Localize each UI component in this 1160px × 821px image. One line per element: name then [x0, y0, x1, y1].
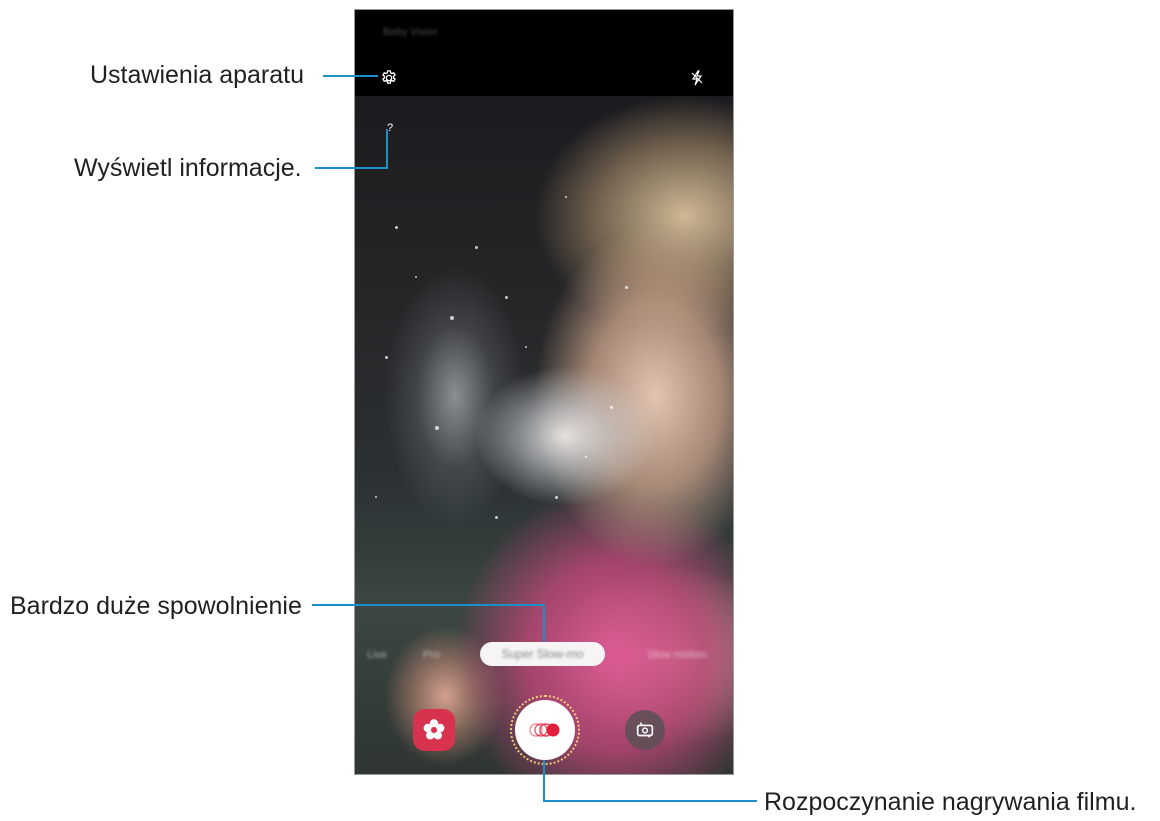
camera-top-bar	[355, 60, 733, 96]
record-button[interactable]	[515, 700, 575, 760]
water-droplet	[505, 296, 508, 299]
super-slow-callout-line-vertical	[543, 604, 545, 642]
flash-off-icon[interactable]	[687, 68, 707, 88]
water-droplet	[435, 426, 439, 430]
gear-icon[interactable]	[379, 68, 399, 88]
record-callout-line	[543, 800, 757, 802]
water-droplet	[495, 516, 498, 519]
info-callout-label: Wyświetl informacje.	[74, 154, 302, 182]
mode-item-pro[interactable]: Pro	[423, 649, 440, 661]
water-droplet	[475, 246, 478, 249]
water-droplet	[395, 226, 398, 229]
settings-callout-line	[323, 75, 378, 77]
info-callout-line-vertical	[386, 129, 388, 169]
super-slow-callout-line	[312, 604, 545, 606]
super-slow-callout-label: Bardzo duże spowolnienie	[10, 592, 302, 620]
super-slow-record-icon	[529, 723, 560, 737]
status-bar: Bixby Vision	[355, 10, 733, 60]
water-droplet	[385, 356, 388, 359]
camera-screen: Bixby Vision ? Live Pro Slow motion Supe…	[354, 9, 734, 775]
switch-camera-icon	[636, 722, 654, 738]
mode-item-super-slow-mo: Super Slow-mo	[501, 647, 584, 661]
water-droplet	[625, 286, 628, 289]
settings-callout-label: Ustawienia aparatu	[90, 61, 305, 89]
info-callout-line	[315, 167, 388, 169]
flower-effect-icon	[423, 719, 445, 740]
water-droplet	[585, 456, 587, 458]
record-callout-label: Rozpoczynanie nagrywania filmu.	[764, 788, 1137, 816]
water-droplet	[555, 496, 558, 499]
water-droplet	[525, 346, 527, 348]
water-droplet	[610, 406, 613, 409]
water-droplet	[450, 316, 454, 320]
water-droplet	[415, 276, 417, 278]
water-droplet	[565, 196, 567, 198]
water-droplet	[375, 496, 377, 498]
mode-item-live[interactable]: Live	[367, 649, 387, 661]
camera-viewfinder[interactable]: ?	[355, 96, 733, 774]
status-bar-text: Bixby Vision	[383, 27, 438, 38]
record-callout-line-vertical	[543, 760, 545, 802]
super-slow-mo-mode-pill[interactable]: Super Slow-mo	[480, 642, 605, 666]
switch-camera-button[interactable]	[625, 710, 665, 750]
mode-item-slow-motion[interactable]: Slow motion	[647, 649, 707, 661]
effect-button[interactable]	[413, 709, 455, 751]
